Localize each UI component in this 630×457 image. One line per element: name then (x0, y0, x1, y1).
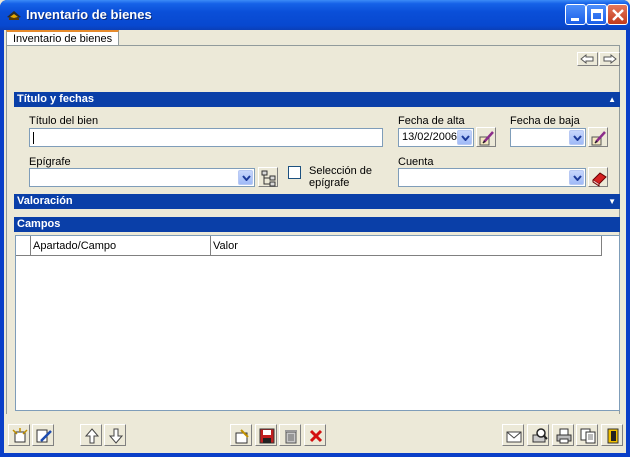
campos-grid[interactable]: Apartado/Campo Valor (15, 235, 620, 411)
arrow-down-icon (108, 428, 124, 444)
grid-header: Apartado/Campo Valor (16, 236, 602, 256)
close-icon (612, 9, 624, 21)
tab-inventario[interactable]: Inventario de bienes (6, 30, 120, 46)
next-record-button[interactable] (599, 52, 620, 66)
move-up-button[interactable] (80, 424, 102, 446)
print-preview-button[interactable] (527, 424, 549, 446)
maximize-button[interactable] (586, 4, 607, 25)
titulo-label: Título del bien (29, 115, 99, 127)
expand-down-icon[interactable]: ▼ (608, 196, 616, 208)
chevron-down-icon (573, 135, 582, 141)
minimize-icon (571, 18, 579, 21)
cuenta-combo[interactable] (398, 168, 586, 187)
print-preview-icon (532, 428, 548, 443)
close-button[interactable] (607, 4, 628, 25)
exit-door-icon (607, 428, 619, 444)
seleccion-epigrafe-checkbox[interactable] (288, 166, 301, 179)
copy-button[interactable] (576, 424, 598, 446)
chevron-down-icon (573, 175, 582, 181)
epigrafe-tree-button[interactable] (258, 167, 278, 187)
seleccion-label-line1: Selección de (309, 165, 372, 177)
epigrafe-dropdown[interactable] (238, 170, 253, 185)
fecha-alta-calendar-button[interactable] (476, 127, 496, 147)
seleccion-label-line2: epígrafe (309, 177, 350, 189)
fecha-alta-combo[interactable]: 13/02/2006 (398, 128, 474, 147)
new-record-button[interactable] (8, 424, 30, 446)
grid-col-valor[interactable]: Valor (211, 236, 602, 256)
fecha-alta-label: Fecha de alta (398, 115, 465, 127)
app-hat-icon (6, 8, 22, 22)
calendar-pen-icon (479, 131, 494, 146)
mail-icon (506, 431, 522, 443)
book-icon (592, 172, 607, 187)
section-valoracion[interactable]: Valoración ▼ (14, 194, 620, 209)
fecha-baja-calendar-button[interactable] (588, 127, 608, 147)
delete-button[interactable] (304, 424, 326, 446)
tree-icon (261, 170, 276, 187)
attach-button[interactable] (230, 424, 252, 446)
section-valoracion-label: Valoración (17, 195, 73, 207)
epigrafe-combo[interactable] (29, 168, 255, 187)
fecha-baja-dropdown[interactable] (569, 130, 584, 145)
arrow-left-icon (580, 53, 594, 65)
section-titulo-fechas[interactable]: Título y fechas ▲ (14, 92, 620, 107)
chevron-down-icon (242, 175, 251, 181)
copy-icon (580, 428, 596, 444)
grid-col-apartado[interactable]: Apartado/Campo (31, 236, 211, 256)
attach-icon (235, 429, 249, 444)
new-record-icon (12, 428, 28, 443)
print-button[interactable] (552, 424, 574, 446)
calendar-pen-icon (591, 131, 606, 146)
cuenta-label: Cuenta (398, 156, 434, 168)
chevron-down-icon (461, 135, 470, 141)
fecha-alta-dropdown[interactable] (457, 130, 472, 145)
fecha-alta-value: 13/02/2006 (402, 131, 458, 143)
trash-button[interactable] (279, 424, 301, 446)
trash-icon (285, 430, 297, 444)
section-campos: Campos (14, 217, 620, 232)
cuenta-dropdown[interactable] (569, 170, 584, 185)
exit-button[interactable] (601, 424, 623, 446)
save-icon (259, 428, 275, 444)
tab-strip: Inventario de bienes (4, 30, 626, 46)
print-icon (556, 428, 572, 444)
arrow-right-icon (603, 53, 617, 65)
delete-x-icon (309, 429, 323, 443)
fecha-baja-label: Fecha de baja (510, 115, 580, 127)
mail-button[interactable] (502, 424, 524, 446)
app-window: Inventario de bienes Inventario de biene… (0, 0, 630, 457)
title-bar[interactable]: Inventario de bienes (0, 0, 630, 30)
edit-record-icon (36, 429, 52, 443)
section-titulo-label: Título y fechas (17, 93, 95, 105)
previous-record-button[interactable] (577, 52, 598, 66)
save-button[interactable] (255, 424, 277, 446)
titulo-input[interactable] (29, 128, 383, 147)
cuenta-book-button[interactable] (588, 167, 608, 187)
edit-record-button[interactable] (32, 424, 54, 446)
minimize-button[interactable] (565, 4, 586, 25)
epigrafe-label: Epígrafe (29, 156, 71, 168)
move-down-button[interactable] (104, 424, 126, 446)
text-caret (33, 132, 34, 144)
arrow-up-icon (84, 428, 100, 444)
section-campos-label: Campos (17, 218, 61, 230)
client-area: Inventario de bienes Título y fechas ▲ T… (4, 30, 626, 453)
grid-row-selector-header (16, 236, 31, 256)
fecha-baja-combo[interactable] (510, 128, 586, 147)
maximize-icon (591, 9, 603, 21)
collapse-up-icon[interactable]: ▲ (608, 94, 616, 106)
window-title: Inventario de bienes (26, 7, 152, 22)
